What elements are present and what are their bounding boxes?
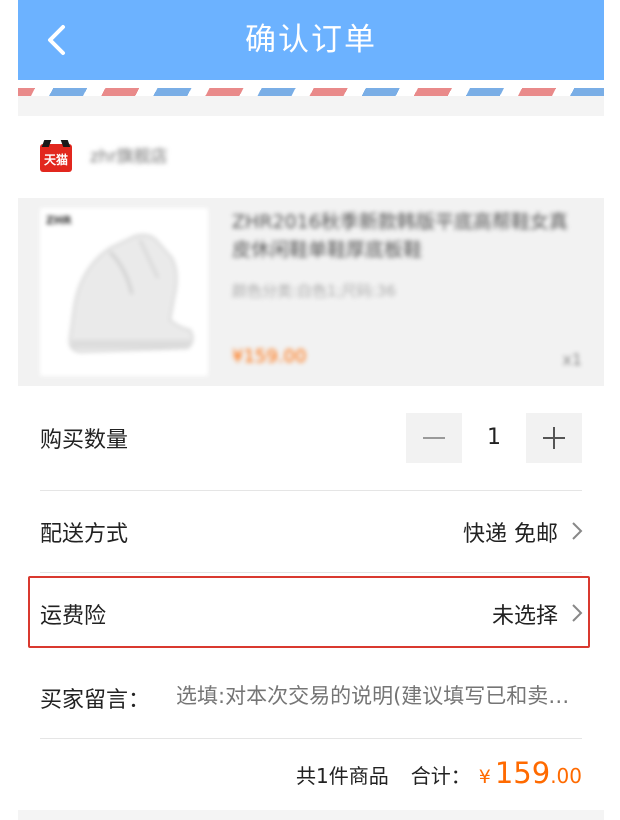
product-title: ZHR2016秋季新款韩版平底高帮鞋女真皮休闲鞋单鞋厚底板鞋 bbox=[232, 211, 568, 261]
freight-insurance-value: 未选择 bbox=[491, 604, 558, 629]
quantity-value[interactable]: 1 bbox=[462, 413, 526, 463]
buyer-message-label: 买家留言： bbox=[40, 688, 151, 713]
section-gap bbox=[18, 96, 604, 116]
order-summary: 共1件商品 合计： ¥ 159 .00 bbox=[296, 756, 582, 796]
total-amount-decimal: .00 bbox=[550, 764, 582, 788]
product-quantity: x1 bbox=[562, 350, 582, 369]
increase-quantity-button[interactable] bbox=[526, 413, 582, 463]
divider bbox=[40, 572, 582, 573]
product-spec: 颜色分类:白色1;尺码:36 bbox=[232, 282, 396, 300]
total-label: 合计： bbox=[410, 764, 471, 788]
address-divider-stripe bbox=[18, 88, 604, 96]
page-title: 确认订单 bbox=[245, 22, 377, 58]
tmall-badge-text: 天猫 bbox=[43, 153, 68, 167]
item-count: 共1件商品 bbox=[296, 764, 389, 788]
product-price: ¥159.00 bbox=[232, 346, 307, 367]
buyer-message-input[interactable] bbox=[176, 676, 586, 716]
currency-symbol: ¥ bbox=[478, 766, 491, 788]
product-brand: ZHR bbox=[46, 214, 72, 227]
product-card[interactable]: ZHR ZHR2016秋季新款韩版平底高帮鞋女真皮休闲鞋单鞋厚底板鞋 颜色分类:… bbox=[18, 198, 604, 386]
minus-icon bbox=[423, 437, 445, 439]
freight-insurance-label: 运费险 bbox=[40, 604, 107, 629]
total-amount-integer: 159 bbox=[494, 756, 551, 790]
product-image: ZHR bbox=[40, 208, 208, 376]
chevron-right-icon bbox=[572, 604, 583, 622]
shipping-method-label: 配送方式 bbox=[40, 522, 129, 547]
shipping-method-value: 快递 免邮 bbox=[463, 522, 558, 547]
divider bbox=[40, 738, 582, 739]
quantity-label: 购买数量 bbox=[40, 428, 129, 453]
shop-name: zhr旗舰店 bbox=[90, 147, 168, 167]
chevron-right-icon bbox=[572, 522, 583, 540]
divider bbox=[40, 490, 582, 491]
header-bar: 确认订单 bbox=[18, 0, 604, 80]
sneaker-image bbox=[68, 233, 194, 354]
tmall-logo-icon: 天猫 bbox=[40, 144, 72, 172]
section-gap bbox=[18, 810, 604, 820]
order-confirm-screen: 确认订单 天猫 zhr旗舰店 ZHR ZHR2016秋季新款韩版平底高帮鞋女真皮… bbox=[18, 0, 604, 820]
decrease-quantity-button[interactable] bbox=[406, 413, 462, 463]
